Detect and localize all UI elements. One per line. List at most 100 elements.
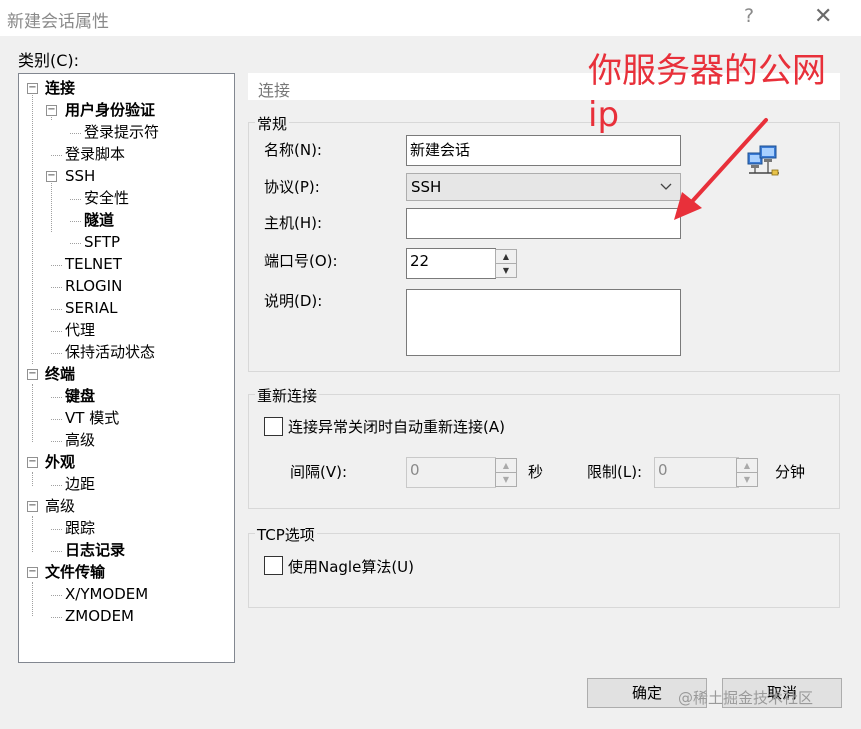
- tcp-group-title: TCP选项: [255, 524, 317, 545]
- spin-down-icon[interactable]: ▼: [496, 264, 516, 278]
- spin-up-icon[interactable]: ▲: [496, 459, 516, 473]
- interval-spinner[interactable]: ▲ ▼: [495, 458, 517, 487]
- tree-item[interactable]: 跟踪: [65, 518, 95, 538]
- tree-item[interactable]: 登录提示符: [84, 122, 159, 142]
- tree-item[interactable]: 日志记录: [65, 540, 125, 560]
- tree-item[interactable]: 外观: [45, 452, 75, 472]
- port-label: 端口号(O):: [264, 252, 338, 270]
- tree-guide-line: [32, 516, 33, 552]
- tree-guide-line: [32, 472, 33, 486]
- category-tree[interactable]: − 连接 − 用户身份验证 登录提示符 登录脚本 − SSH 安全性 隧道 SFTP TELNET RL…: [18, 73, 235, 663]
- watermark: @稀土掘金技术社区: [678, 689, 814, 707]
- tree-guide-line: [51, 441, 62, 442]
- tree-expander-icon[interactable]: −: [27, 501, 38, 512]
- reconnect-group-title: 重新连接: [255, 385, 320, 406]
- tree-guide-line: [51, 155, 62, 156]
- tree-item[interactable]: 键盘: [65, 386, 95, 406]
- tree-item[interactable]: VT 模式: [65, 408, 119, 428]
- limit-unit: 分钟: [775, 463, 806, 481]
- tree-guide-line: [51, 331, 62, 332]
- tree-guide-line: [70, 221, 81, 222]
- tree-guide-line: [51, 265, 62, 266]
- tree-guide-line: [51, 595, 62, 596]
- tree-guide-line: [51, 485, 62, 486]
- tree-item[interactable]: 高级: [45, 496, 75, 516]
- tree-item[interactable]: 终端: [45, 364, 75, 384]
- interval-input[interactable]: 0: [406, 457, 496, 488]
- tree-item[interactable]: ZMODEM: [65, 606, 134, 626]
- limit-spinner[interactable]: ▲ ▼: [736, 458, 758, 487]
- spin-down-icon[interactable]: ▼: [496, 473, 516, 487]
- tree-guide-line: [51, 309, 62, 310]
- tree-guide-line: [32, 582, 33, 616]
- tree-item[interactable]: SERIAL: [65, 298, 117, 318]
- port-input[interactable]: 22: [406, 248, 496, 279]
- tree-item[interactable]: TELNET: [65, 254, 122, 274]
- tree-guide-line: [51, 353, 62, 354]
- red-arrow-annotation: [674, 118, 768, 220]
- name-label: 名称(N):: [264, 141, 322, 159]
- tree-item[interactable]: 代理: [65, 320, 95, 340]
- tree-item[interactable]: 安全性: [84, 188, 129, 208]
- tree-item[interactable]: X/YMODEM: [65, 584, 148, 604]
- tree-item[interactable]: SSH: [65, 166, 95, 186]
- host-input[interactable]: [406, 208, 681, 239]
- tree-expander-icon[interactable]: −: [46, 105, 57, 116]
- tree-guide-line: [51, 419, 62, 420]
- tree-guide-line: [70, 133, 81, 134]
- window-title: 新建会话属性: [7, 12, 109, 32]
- tree-guide-line: [51, 287, 62, 288]
- interval-unit: 秒: [528, 463, 544, 481]
- name-input[interactable]: 新建会话: [406, 135, 681, 166]
- tree-expander-icon[interactable]: −: [46, 171, 57, 182]
- title-bar: 新建会话属性 ? ✕: [0, 0, 861, 36]
- section-title: 连接: [258, 81, 291, 100]
- tree-guide-line: [70, 199, 81, 200]
- limit-label: 限制(L):: [587, 463, 643, 481]
- auto-reconnect-label: 连接异常关闭时自动重新连接(A): [288, 418, 505, 436]
- spin-up-icon[interactable]: ▲: [496, 250, 516, 264]
- annotation-line-1: 你服务器的公网: [588, 51, 826, 91]
- tree-item[interactable]: 边距: [65, 474, 95, 494]
- tree-guide-line: [51, 529, 62, 530]
- limit-input[interactable]: 0: [654, 457, 739, 488]
- tree-item[interactable]: 高级: [65, 430, 95, 450]
- tree-item[interactable]: 连接: [45, 78, 75, 98]
- tree-expander-icon[interactable]: −: [27, 83, 38, 94]
- description-label: 说明(D):: [264, 292, 323, 310]
- protocol-label: 协议(P):: [264, 178, 320, 196]
- tree-item[interactable]: RLOGIN: [65, 276, 122, 296]
- tree-item[interactable]: 隧道: [84, 210, 114, 230]
- interval-label: 间隔(V):: [290, 463, 348, 481]
- tree-item[interactable]: 登录脚本: [65, 144, 125, 164]
- port-spinner[interactable]: ▲ ▼: [495, 249, 517, 278]
- category-label: 类别(C):: [18, 51, 80, 70]
- description-input[interactable]: [406, 289, 681, 356]
- tree-guide-line: [51, 397, 62, 398]
- tree-guide-line: [32, 86, 33, 364]
- spin-up-icon[interactable]: ▲: [737, 459, 757, 473]
- auto-reconnect-checkbox[interactable]: [264, 417, 283, 436]
- host-label: 主机(H):: [264, 214, 323, 232]
- tree-expander-icon[interactable]: −: [27, 369, 38, 380]
- tree-guide-line: [32, 384, 33, 442]
- tree-guide-line: [51, 176, 52, 232]
- general-group-title: 常规: [255, 113, 290, 134]
- nagle-checkbox[interactable]: [264, 556, 283, 575]
- tree-item[interactable]: 文件传输: [45, 562, 105, 582]
- tree-expander-icon[interactable]: −: [27, 567, 38, 578]
- close-button[interactable]: ✕: [814, 4, 832, 29]
- nagle-label: 使用Nagle算法(U): [288, 558, 415, 576]
- tree-item[interactable]: 保持活动状态: [65, 342, 155, 362]
- protocol-select[interactable]: SSH: [406, 173, 681, 201]
- reconnect-group: [248, 394, 840, 509]
- tree-item[interactable]: 用户身份验证: [65, 100, 155, 120]
- tree-guide-line: [70, 243, 81, 244]
- tree-expander-icon[interactable]: −: [27, 457, 38, 468]
- help-button[interactable]: ?: [744, 5, 754, 27]
- tree-item[interactable]: SFTP: [84, 232, 120, 252]
- tree-guide-line: [51, 551, 62, 552]
- spin-down-icon[interactable]: ▼: [737, 473, 757, 487]
- protocol-value: SSH: [411, 178, 442, 196]
- tree-guide-line: [51, 617, 62, 618]
